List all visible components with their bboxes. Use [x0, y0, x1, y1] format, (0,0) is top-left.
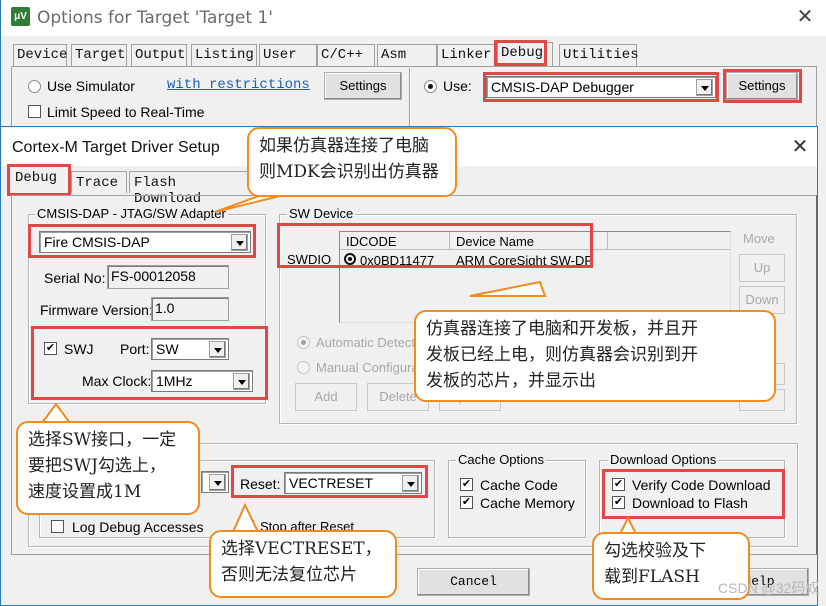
callout-line: 速度设置成1M [28, 482, 142, 502]
callout-line: 选择SW接口，一定 [28, 430, 177, 450]
pointer-chip [469, 280, 547, 297]
callout-line: 勾选校验及下 [604, 541, 706, 561]
callout-line: 仿真器连接了电脑和开发板，并且开 [426, 319, 698, 339]
watermark: CSDN @32码奴 [718, 580, 820, 596]
callout-line: 否则无法复位芯片 [221, 565, 357, 585]
callout-line: 要把SWJ勾选上， [28, 456, 166, 476]
callout-line: 发板已经上电，则仿真器会识别到开 [426, 345, 698, 365]
callout-line: 则MDK会识别出仿真器 [259, 162, 439, 182]
callout-swj-settings: 选择SW接口，一定 要把SWJ勾选上， 速度设置成1M [16, 421, 200, 515]
callout-reset-vectreset: 选择VECTRESET， 否则无法复位芯片 [209, 530, 397, 598]
pointer-reset [231, 502, 260, 533]
callout-line: 发板的芯片，并显示出 [426, 371, 596, 391]
callout-chip-detected: 仿真器连接了电脑和开发板，并且开 发板已经上电，则仿真器会识别到开 发板的芯片，… [414, 310, 776, 402]
callout-pointers [40, 191, 638, 535]
callout-line: 选择VECTRESET， [221, 539, 382, 559]
callout-emulator-recognized: 如果仿真器连接了电脑 则MDK会识别出仿真器 [247, 127, 457, 197]
callout-line: 如果仿真器连接了电脑 [259, 136, 429, 156]
